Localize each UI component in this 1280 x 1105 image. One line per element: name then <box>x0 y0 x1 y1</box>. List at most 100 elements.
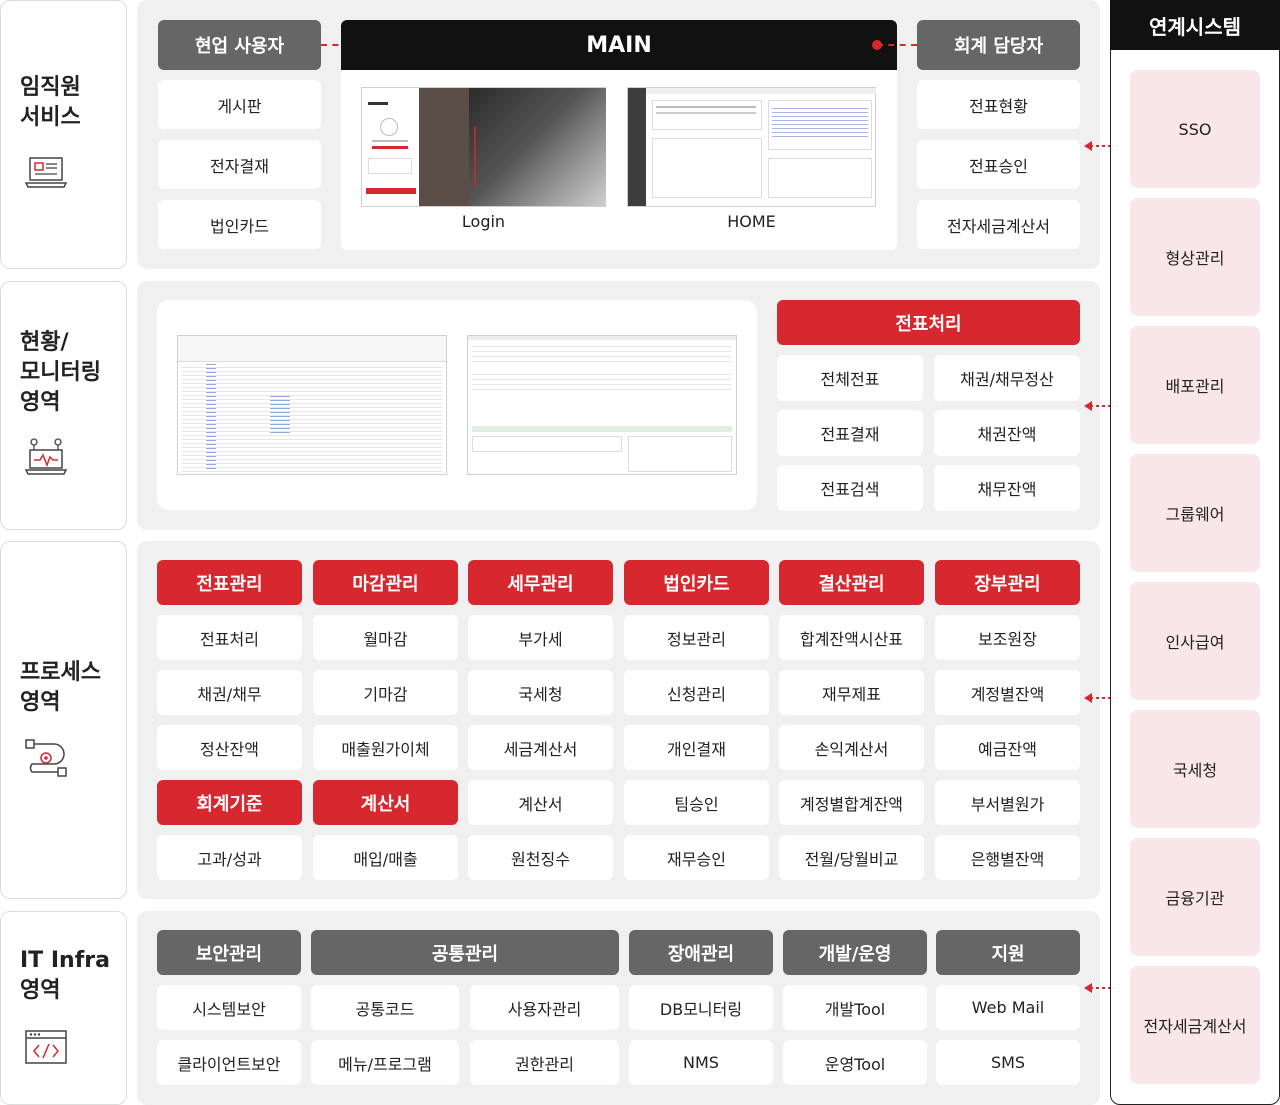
voucher-approval-item[interactable]: 전표결재 <box>777 410 923 456</box>
receivable-balance-item[interactable]: 채권잔액 <box>934 410 1080 456</box>
process-cell[interactable]: 국세청 <box>468 670 613 715</box>
infra-cell[interactable]: SMS <box>936 1040 1080 1085</box>
process-cell[interactable]: 신청관리 <box>624 670 769 715</box>
process-cell[interactable]: 보조원장 <box>935 615 1080 660</box>
process-cell[interactable]: 합계잔액시산표 <box>779 615 924 660</box>
process-cell[interactable]: 원천징수 <box>468 835 613 880</box>
login-screenshot[interactable] <box>361 87 606 207</box>
e-tax-invoice-item[interactable]: 전자세금계산서 <box>917 200 1080 249</box>
system-item-nts[interactable]: 국세청 <box>1130 710 1260 828</box>
voucher-approval-item[interactable]: 전표승인 <box>917 140 1080 189</box>
infra-cell[interactable]: 권한관리 <box>470 1040 619 1085</box>
process-cell[interactable]: 채권/채무 <box>157 670 302 715</box>
main-title-bar: MAIN <box>341 20 897 70</box>
process-cell[interactable]: 전표처리 <box>157 615 302 660</box>
process-header-tax: 세무관리 <box>468 560 613 605</box>
infra-cell[interactable]: 개발Tool <box>783 985 927 1030</box>
section-title: 임직원 서비스 <box>20 75 81 130</box>
process-panel: 전표관리 마감관리 세무관리 법인카드 결산관리 장부관리 전표처리 채권/채무… <box>137 541 1100 899</box>
section-title: IT Infra 영역 <box>20 948 110 1003</box>
infra-cell[interactable]: 운영Tool <box>783 1040 927 1085</box>
process-cell[interactable]: 계산서 <box>468 780 613 825</box>
process-cell[interactable]: 고과/성과 <box>157 835 302 880</box>
section-employee-service: 임직원 서비스 <box>0 0 127 269</box>
system-item-finance[interactable]: 금융기관 <box>1130 838 1260 956</box>
process-cell[interactable]: 팀승인 <box>624 780 769 825</box>
corporate-card-item[interactable]: 법인카드 <box>158 200 321 249</box>
board-item[interactable]: 게시판 <box>158 80 321 129</box>
process-header-voucher: 전표관리 <box>157 560 302 605</box>
it-infra-panel: 보안관리 공통관리 장애관리 개발/운영 지원 시스템보안 클라이언트보안 공통… <box>137 911 1100 1105</box>
infra-header-failure: 장애관리 <box>629 930 773 975</box>
system-item-config[interactable]: 형상관리 <box>1130 198 1260 316</box>
process-cell[interactable]: 기마감 <box>313 670 458 715</box>
process-cell[interactable]: 계정별합계잔액 <box>779 780 924 825</box>
infra-cell[interactable]: 시스템보안 <box>157 985 301 1030</box>
process-header-card: 법인카드 <box>624 560 769 605</box>
process-header-settlement: 결산관리 <box>779 560 924 605</box>
process-cell[interactable]: 매입/매출 <box>313 835 458 880</box>
all-vouchers-item[interactable]: 전체전표 <box>777 355 923 401</box>
accounting-staff-header: 회계 담당자 <box>917 20 1080 70</box>
process-cell[interactable]: 개인결재 <box>624 725 769 770</box>
process-header-ledger: 장부관리 <box>935 560 1080 605</box>
process-header-standard: 회계기준 <box>157 780 302 825</box>
section-process: 프로세스 영역 <box>0 541 127 899</box>
process-cell[interactable]: 재무승인 <box>624 835 769 880</box>
infra-header-support: 지원 <box>936 930 1080 975</box>
employee-service-panel: 현업 사용자 게시판 전자결재 법인카드 MAIN Login HOME 회계 … <box>137 0 1100 269</box>
home-label: HOME <box>727 212 776 231</box>
infra-cell[interactable]: 사용자관리 <box>470 985 619 1030</box>
process-cell[interactable]: 전월/당월비교 <box>779 835 924 880</box>
process-cell[interactable]: 재무제표 <box>779 670 924 715</box>
process-cell[interactable]: 손익계산서 <box>779 725 924 770</box>
monitoring-panel: 전표처리 전체전표 채권/채무정산 전표결재 채권잔액 전표검색 채무잔액 <box>137 281 1100 530</box>
payable-balance-item[interactable]: 채무잔액 <box>934 465 1080 511</box>
voucher-list-screenshot[interactable] <box>177 335 447 475</box>
voucher-search-item[interactable]: 전표검색 <box>777 465 923 511</box>
process-cell[interactable]: 계정별잔액 <box>935 670 1080 715</box>
system-item-deploy[interactable]: 배포관리 <box>1130 326 1260 444</box>
system-item-hr[interactable]: 인사급여 <box>1130 582 1260 700</box>
main-screen-box: MAIN Login HOME <box>341 20 897 250</box>
voucher-processing-header: 전표처리 <box>777 300 1080 345</box>
section-title: 현황/ 모니터링 영역 <box>20 330 101 415</box>
process-cell[interactable]: 예금잔액 <box>935 725 1080 770</box>
linked-systems-title: 연계시스템 <box>1110 0 1280 50</box>
infra-cell[interactable]: 공통코드 <box>311 985 459 1030</box>
laptop-document-icon <box>24 157 68 188</box>
process-flow-icon <box>25 739 67 777</box>
voucher-status-item[interactable]: 전표현황 <box>917 80 1080 129</box>
infra-header-common: 공통관리 <box>311 930 619 975</box>
section-title: 프로세스 영역 <box>20 660 101 715</box>
section-monitoring: 현황/ 모니터링 영역 <box>0 281 127 530</box>
process-cell[interactable]: 정산잔액 <box>157 725 302 770</box>
process-cell[interactable]: 매출원가이체 <box>313 725 458 770</box>
infra-header-devops: 개발/운영 <box>783 930 927 975</box>
code-window-icon <box>25 1030 67 1064</box>
process-cell[interactable]: 월마감 <box>313 615 458 660</box>
process-header-closing: 마감관리 <box>313 560 458 605</box>
infra-header-security: 보안관리 <box>157 930 301 975</box>
connector-right <box>877 44 917 46</box>
home-screenshot[interactable] <box>627 87 876 207</box>
process-cell[interactable]: 정보관리 <box>624 615 769 660</box>
system-item-groupware[interactable]: 그룹웨어 <box>1130 454 1260 572</box>
infra-cell[interactable]: 클라이언트보안 <box>157 1040 301 1085</box>
process-cell[interactable]: 은행별잔액 <box>935 835 1080 880</box>
infra-cell[interactable]: NMS <box>629 1040 773 1085</box>
process-cell[interactable]: 부가세 <box>468 615 613 660</box>
infra-cell[interactable]: DB모니터링 <box>629 985 773 1030</box>
e-approval-item[interactable]: 전자결재 <box>158 140 321 189</box>
process-header-invoice: 계산서 <box>313 780 458 825</box>
system-item-sso[interactable]: SSO <box>1130 70 1260 188</box>
process-cell[interactable]: 부서별원가 <box>935 780 1080 825</box>
infra-cell[interactable]: Web Mail <box>936 985 1080 1030</box>
monitoring-screens-box <box>157 300 757 510</box>
process-cell[interactable]: 세금계산서 <box>468 725 613 770</box>
voucher-detail-screenshot[interactable] <box>467 335 737 475</box>
system-item-etax[interactable]: 전자세금계산서 <box>1130 966 1260 1084</box>
section-it-infra: IT Infra 영역 <box>0 911 127 1105</box>
infra-cell[interactable]: 메뉴/프로그램 <box>311 1040 459 1085</box>
debt-settlement-item[interactable]: 채권/채무정산 <box>934 355 1080 401</box>
